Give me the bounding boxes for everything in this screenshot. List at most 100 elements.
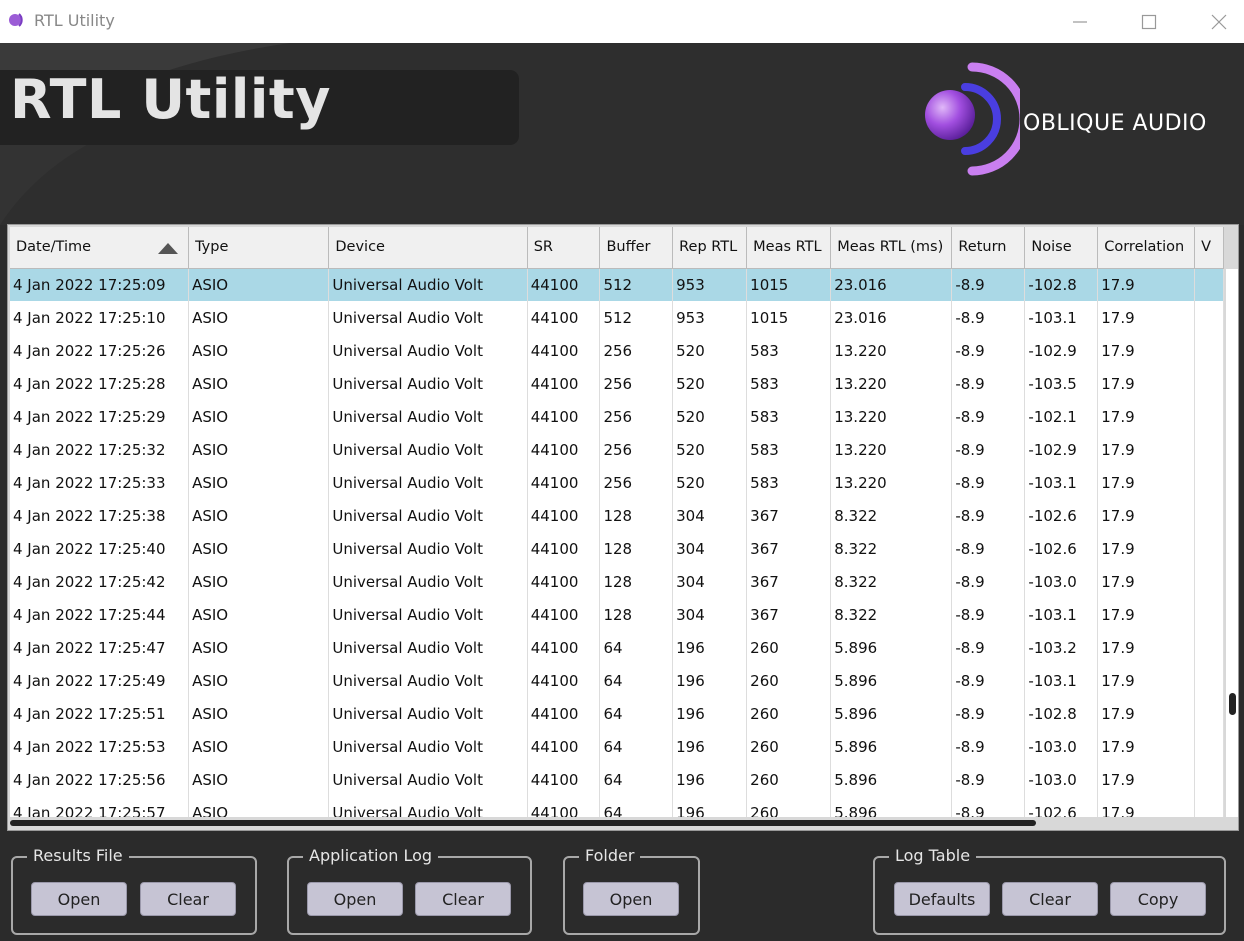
table-cell: 64 [599, 796, 674, 817]
table-cell: -103.5 [1024, 367, 1099, 400]
table-cell: 4 Jan 2022 17:25:29 [10, 400, 190, 433]
table-cell: 17.9 [1097, 565, 1196, 598]
column-header-meas-rtl[interactable]: Meas RTL [746, 227, 832, 269]
table-cell: 520 [672, 400, 748, 433]
results-file-open-button[interactable]: Open [31, 882, 127, 916]
table-row[interactable]: 4 Jan 2022 17:25:47 ASIO Universal Audio V… [10, 631, 1224, 664]
table-cell: 44100 [527, 334, 601, 367]
column-header-device[interactable]: Device [328, 227, 528, 269]
table-cell: ASIO [188, 532, 330, 565]
log-table-defaults-button[interactable]: Defaults [894, 882, 990, 916]
application-log-open-button[interactable]: Open [307, 882, 403, 916]
table-row[interactable]: 4 Jan 2022 17:25:28 ASIO Universal Audio V… [10, 367, 1224, 400]
table-row[interactable]: 4 Jan 2022 17:25:49 ASIO Universal Audio V… [10, 664, 1224, 697]
log-table-clear-button[interactable]: Clear [1002, 882, 1098, 916]
table-cell: 5.896 [830, 730, 953, 763]
table-cell: 5.896 [830, 631, 953, 664]
table-row[interactable]: 4 Jan 2022 17:25:40 ASIO Universal Audio V… [10, 532, 1224, 565]
table-cell: 583 [746, 367, 832, 400]
column-header-label: Device [335, 239, 385, 256]
maximize-icon [1141, 14, 1157, 29]
table-cell: 8.322 [830, 532, 953, 565]
table-cell: Universal Audio Volt [328, 301, 528, 334]
table-cell: -102.9 [1024, 433, 1099, 466]
column-header-v[interactable]: V [1194, 227, 1224, 269]
table-cell: Universal Audio Volt [328, 763, 528, 796]
table-cell [1194, 631, 1224, 664]
table-row[interactable]: 4 Jan 2022 17:25:29 ASIO Universal Audio V… [10, 400, 1224, 433]
application-log-clear-button[interactable]: Clear [415, 882, 511, 916]
table-row[interactable]: 4 Jan 2022 17:25:56 ASIO Universal Audio V… [10, 763, 1224, 796]
table-cell [1194, 268, 1224, 301]
table-row[interactable]: 4 Jan 2022 17:25:38 ASIO Universal Audio V… [10, 499, 1224, 532]
table-cell: -8.9 [951, 301, 1026, 334]
table-cell: 1015 [746, 268, 832, 301]
table-cell: 196 [672, 730, 748, 763]
table-cell: 44100 [527, 400, 601, 433]
table-cell: 4 Jan 2022 17:25:32 [10, 433, 190, 466]
table-row[interactable]: 4 Jan 2022 17:25:44 ASIO Universal Audio V… [10, 598, 1224, 631]
vertical-scrollbar[interactable] [1226, 269, 1238, 817]
table-row[interactable]: 4 Jan 2022 17:25:10 ASIO Universal Audio V… [10, 301, 1224, 334]
table-cell: 13.220 [830, 334, 953, 367]
table-cell: 8.322 [830, 598, 953, 631]
table-row[interactable]: 4 Jan 2022 17:25:32 ASIO Universal Audio V… [10, 433, 1224, 466]
table-cell: 256 [599, 334, 674, 367]
table-cell: -8.9 [951, 631, 1026, 664]
table-cell: 520 [672, 466, 748, 499]
horizontal-scroll-thumb[interactable] [10, 820, 1036, 826]
table-cell: 4 Jan 2022 17:25:51 [10, 697, 190, 730]
table-row[interactable]: 4 Jan 2022 17:25:53 ASIO Universal Audio V… [10, 730, 1224, 763]
table-cell: 17.9 [1097, 433, 1196, 466]
column-header-correlation[interactable]: Correlation [1097, 227, 1196, 269]
log-table-copy-button[interactable]: Copy [1110, 882, 1206, 916]
table-cell: 128 [599, 532, 674, 565]
table-cell: Universal Audio Volt [328, 400, 528, 433]
table-cell: ASIO [188, 367, 330, 400]
table-cell: -103.0 [1024, 565, 1099, 598]
column-header-buffer[interactable]: Buffer [599, 227, 674, 269]
table-row[interactable]: 4 Jan 2022 17:25:09 ASIO Universal Audio V… [10, 268, 1224, 301]
table-row[interactable]: 4 Jan 2022 17:25:33 ASIO Universal Audio V… [10, 466, 1224, 499]
table-cell: 583 [746, 466, 832, 499]
results-file-clear-button[interactable]: Clear [140, 882, 236, 916]
horizontal-scrollbar[interactable] [10, 818, 1226, 828]
column-header-return[interactable]: Return [951, 227, 1026, 269]
table-cell: ASIO [188, 697, 330, 730]
column-header-meas-rtl-ms[interactable]: Meas RTL (ms) [830, 227, 953, 269]
table-row[interactable]: 4 Jan 2022 17:25:57 ASIO Universal Audio V… [10, 796, 1224, 817]
log-table-label: Log Table [889, 847, 977, 865]
table-cell: 4 Jan 2022 17:25:40 [10, 532, 190, 565]
table-row[interactable]: 4 Jan 2022 17:25:42 ASIO Universal Audio V… [10, 565, 1224, 598]
table-cell: -102.8 [1024, 268, 1099, 301]
column-header-rep-rtl[interactable]: Rep RTL [672, 227, 748, 269]
close-button[interactable] [1196, 0, 1242, 43]
column-header-sr[interactable]: SR [527, 227, 601, 269]
table-cell: 367 [746, 532, 832, 565]
minimize-button[interactable] [1057, 0, 1103, 43]
table-row[interactable]: 4 Jan 2022 17:25:51 ASIO Universal Audio V… [10, 697, 1224, 730]
table-cell: 256 [599, 400, 674, 433]
column-header-noise[interactable]: Noise [1024, 227, 1099, 269]
column-header-type[interactable]: Type [188, 227, 330, 269]
table-cell: 367 [746, 565, 832, 598]
table-cell: 44100 [527, 796, 601, 817]
table-cell: 44100 [527, 499, 601, 532]
table-cell: ASIO [188, 631, 330, 664]
table-cell: 8.322 [830, 499, 953, 532]
table-cell: 64 [599, 697, 674, 730]
table-cell: 17.9 [1097, 466, 1196, 499]
table-row[interactable]: 4 Jan 2022 17:25:26 ASIO Universal Audio V… [10, 334, 1224, 367]
column-header-date-time[interactable]: Date/Time [10, 227, 190, 269]
results-file-group: Results File Open Clear [11, 847, 257, 935]
maximize-button[interactable] [1126, 0, 1172, 43]
table-cell: -8.9 [951, 697, 1026, 730]
table-cell: ASIO [188, 499, 330, 532]
table-cell: Universal Audio Volt [328, 334, 528, 367]
results-table-viewport: Date/Time Type Device SR Buffer Rep RTL Meas R… [10, 227, 1224, 817]
folder-open-button[interactable]: Open [583, 882, 679, 916]
vertical-scroll-thumb[interactable] [1229, 693, 1236, 715]
table-cell: 1015 [746, 301, 832, 334]
title-bar: RTL Utility [0, 0, 1244, 43]
sort-ascending-icon [158, 243, 179, 254]
